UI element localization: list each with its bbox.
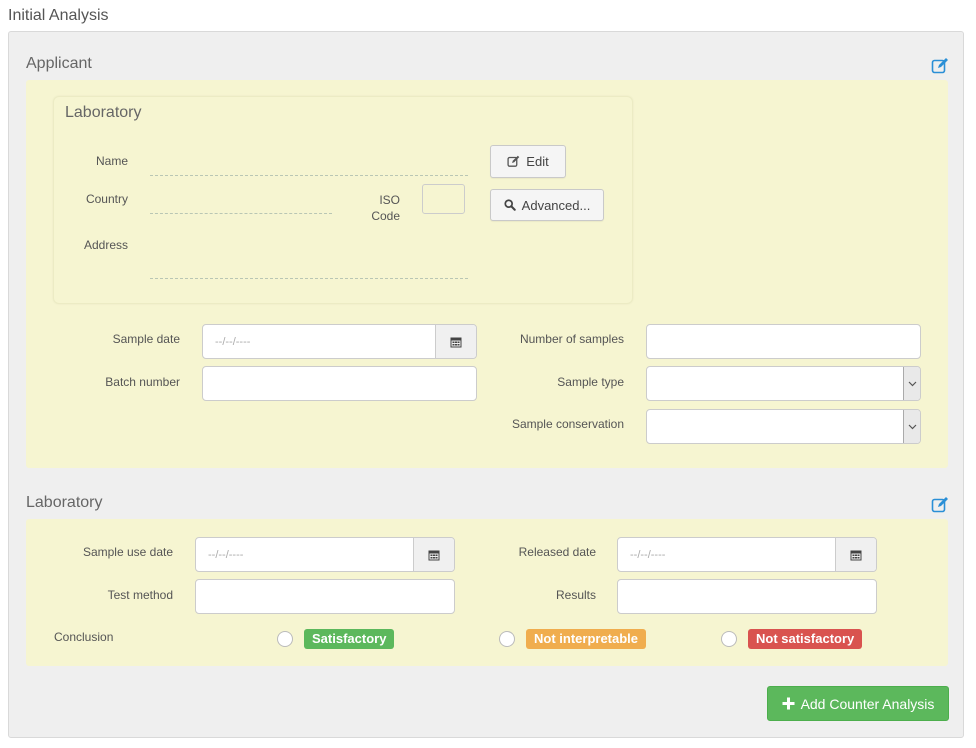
advanced-search-button[interactable]: Advanced... (490, 189, 604, 221)
search-icon (504, 199, 516, 211)
sample-date-input[interactable]: --/--/---- (202, 324, 477, 359)
laboratory-edit-icon[interactable] (931, 496, 949, 514)
chevron-down-icon (908, 381, 916, 386)
test-method-label: Test method (107, 588, 173, 602)
sample-type-dropdown[interactable] (903, 367, 920, 400)
satisfactory-radio[interactable] (277, 631, 293, 647)
results-label: Results (555, 588, 596, 602)
page-title: Initial Analysis (8, 7, 109, 24)
laboratory-box-title: Laboratory (65, 104, 142, 121)
chevron-down-icon (908, 424, 916, 429)
iso-code-label: ISO Code (371, 193, 400, 223)
laboratory-section-title: Laboratory (26, 494, 103, 511)
sample-date-label: Sample date (112, 332, 180, 346)
sample-use-date-input[interactable]: --/--/---- (195, 537, 455, 572)
calendar-icon (850, 550, 862, 560)
sample-use-date-label: Sample use date (82, 545, 173, 559)
country-value (150, 213, 332, 214)
sample-conservation-label: Sample conservation (511, 417, 624, 431)
released-date-input[interactable]: --/--/---- (617, 537, 877, 572)
sample-use-date-calendar-button[interactable] (413, 538, 454, 571)
add-counter-analysis-button[interactable]: Add Counter Analysis (767, 686, 949, 721)
address-label: Address (83, 238, 128, 252)
not-satisfactory-badge: Not satisfactory (748, 629, 863, 649)
calendar-icon (450, 337, 462, 347)
sample-type-select[interactable] (646, 366, 921, 401)
sample-type-label: Sample type (557, 375, 624, 389)
conclusion-label: Conclusion (54, 630, 114, 644)
test-method-input[interactable] (195, 579, 455, 614)
batch-number-input[interactable] (202, 366, 477, 401)
released-date-calendar-button[interactable] (835, 538, 876, 571)
released-date-label: Released date (518, 545, 596, 559)
edit-button[interactable]: Edit (490, 145, 566, 178)
sample-conservation-dropdown[interactable] (903, 410, 920, 443)
not-interpretable-radio[interactable] (499, 631, 515, 647)
sample-conservation-select[interactable] (646, 409, 921, 444)
sample-date-calendar-button[interactable] (435, 325, 476, 358)
not-satisfactory-radio[interactable] (721, 631, 737, 647)
address-value (150, 278, 468, 279)
results-input[interactable] (617, 579, 877, 614)
edit-icon (507, 155, 520, 167)
name-label: Name (95, 154, 128, 168)
plus-icon (782, 697, 795, 710)
name-value (150, 175, 468, 176)
number-of-samples-label: Number of samples (519, 332, 624, 346)
satisfactory-badge: Satisfactory (304, 629, 395, 649)
calendar-icon (428, 550, 440, 560)
country-label: Country (85, 192, 128, 206)
applicant-section-title: Applicant (26, 55, 92, 72)
iso-code-value (422, 184, 465, 214)
number-of-samples-input[interactable] (646, 324, 921, 359)
not-interpretable-badge: Not interpretable (526, 629, 647, 649)
batch-number-label: Batch number (105, 375, 180, 389)
applicant-edit-icon[interactable] (931, 57, 949, 75)
